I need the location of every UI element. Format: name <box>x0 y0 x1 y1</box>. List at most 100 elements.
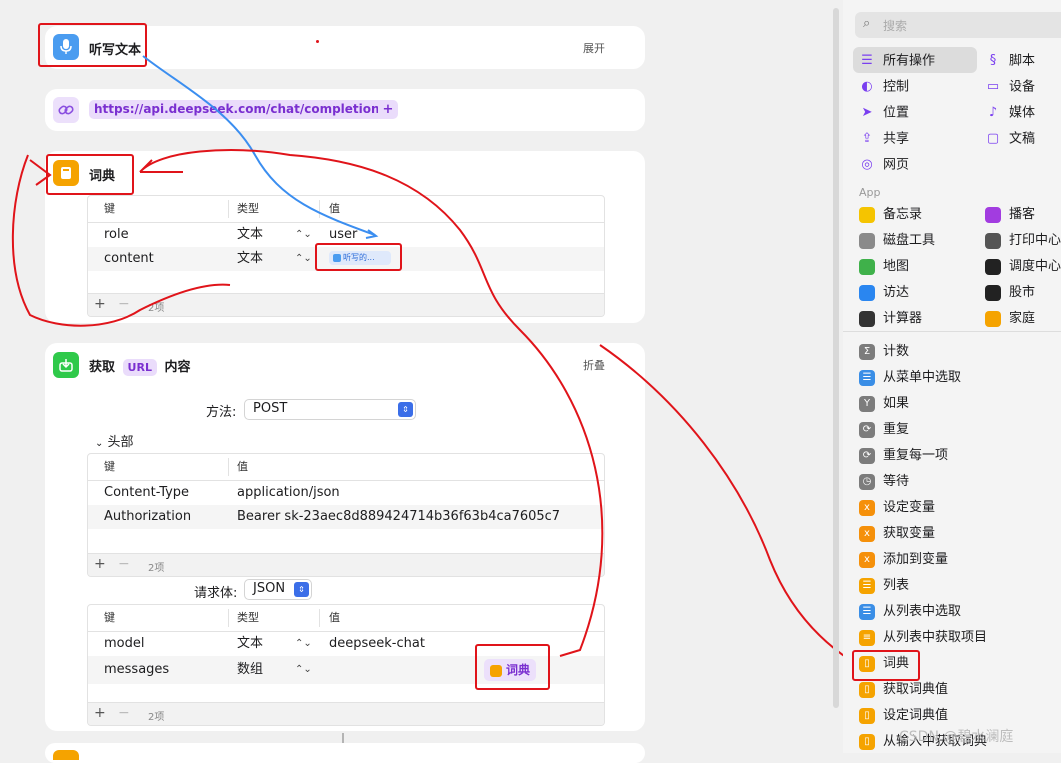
app-item[interactable]: 备忘录 <box>859 203 922 227</box>
action-label: 从菜单中选取 <box>883 370 962 385</box>
remove-row-button[interactable]: − <box>118 296 130 312</box>
table-footer: + − 2项 <box>88 293 604 316</box>
table-footer: + − 2项 <box>88 702 604 725</box>
fetch-title-suffix: 内容 <box>164 360 191 375</box>
category-item[interactable]: ♪ 媒体 <box>985 101 1035 125</box>
remove-row-button[interactable]: − <box>118 556 130 572</box>
action-item[interactable]: x 添加到变量 <box>859 548 948 572</box>
add-row-button[interactable]: + <box>94 705 106 721</box>
url-variable-chip[interactable]: URL <box>122 359 157 376</box>
table-row[interactable]: Authorization Bearer sk-23aec8d889424714… <box>88 505 604 529</box>
action-item[interactable]: ▯ 获取词典值 <box>859 678 948 702</box>
app-label: 访达 <box>883 285 910 300</box>
action-item[interactable]: Y 如果 <box>859 392 909 416</box>
row-key[interactable]: model <box>104 632 144 656</box>
action-label: 列表 <box>883 578 910 593</box>
url-value[interactable]: https://api.deepseek.com/chat/completion… <box>89 100 392 119</box>
column-value: 值 <box>237 460 248 473</box>
row-key[interactable]: Authorization <box>104 505 191 529</box>
type-stepper-icon[interactable]: ⌃⌄ <box>295 247 312 271</box>
action-icon: Y <box>859 395 875 412</box>
action-icon: ◷ <box>859 473 875 490</box>
app-item[interactable]: 地图 <box>859 255 909 279</box>
action-icon: x <box>859 499 875 516</box>
row-key[interactable]: role <box>104 223 129 247</box>
column-key: 键 <box>104 202 115 215</box>
app-icon <box>985 258 1001 275</box>
app-item[interactable]: 打印中心 <box>985 229 1061 253</box>
method-select[interactable]: POST ⇕ <box>244 399 416 420</box>
table-row[interactable]: Content-Type application/json <box>88 481 604 505</box>
row-type[interactable]: 文本 <box>237 247 263 271</box>
row-type[interactable]: 文本 <box>237 223 263 247</box>
location-icon: ➤ <box>861 105 873 120</box>
action-label: 设定词典值 <box>883 708 949 723</box>
action-item[interactable]: ⟳ 重复每一项 <box>859 444 948 468</box>
app-icon <box>859 284 875 301</box>
script-icon: § <box>989 53 997 68</box>
row-type[interactable]: 文本 <box>237 632 263 656</box>
app-item[interactable]: 访达 <box>859 281 909 305</box>
category-item[interactable]: ▢ 文稿 <box>985 127 1035 151</box>
action-icon: ☰ <box>859 603 875 620</box>
app-item[interactable]: 股市 <box>985 281 1035 305</box>
action-icon: ⟳ <box>859 447 875 464</box>
row-value[interactable]: deepseek-chat <box>329 632 425 656</box>
action-item[interactable]: x 获取变量 <box>859 522 935 546</box>
action-item[interactable]: ⟳ 重复 <box>859 418 909 442</box>
app-icon <box>859 258 875 275</box>
category-item[interactable]: ▭ 设备 <box>985 75 1035 99</box>
headers-toggle[interactable]: ⌄ 头部 <box>95 431 134 450</box>
music-icon: ♪ <box>988 105 998 120</box>
body-select[interactable]: JSON ⇕ <box>244 579 312 600</box>
row-type[interactable]: 数组 <box>237 656 263 684</box>
type-stepper-icon[interactable]: ⌃⌄ <box>295 656 312 684</box>
row-value[interactable]: Bearer sk-23aec8d889424714b36f63b4ca7605… <box>237 505 560 529</box>
category-item[interactable]: ➤ 位置 <box>859 101 909 125</box>
action-icon: Σ <box>859 343 875 360</box>
app-item[interactable]: 播客 <box>985 203 1035 227</box>
category-item[interactable]: § 脚本 <box>985 49 1035 73</box>
remove-row-button[interactable]: − <box>118 705 130 721</box>
action-item[interactable]: ☰ 从菜单中选取 <box>859 366 961 390</box>
url-action[interactable]: https://api.deepseek.com/chat/completion… <box>45 89 645 131</box>
divider <box>228 200 229 218</box>
action-item[interactable]: x 设定变量 <box>859 496 935 520</box>
next-action-card[interactable] <box>45 743 645 763</box>
action-item[interactable]: ≡ 从列表中获取项目 <box>859 626 987 650</box>
add-row-button[interactable]: + <box>94 296 106 312</box>
type-stepper-icon[interactable]: ⌃⌄ <box>295 223 312 247</box>
download-icon <box>53 352 79 378</box>
app-item[interactable]: 调度中心 <box>985 255 1061 279</box>
add-variable-button[interactable]: + <box>378 100 398 119</box>
type-stepper-icon[interactable]: ⌃⌄ <box>295 632 312 656</box>
row-value[interactable]: application/json <box>237 481 340 505</box>
category-item[interactable]: ◎ 网页 <box>859 153 909 177</box>
action-item[interactable]: ▯ 设定词典值 <box>859 704 948 728</box>
body-value: JSON <box>253 581 286 596</box>
app-label: 计算器 <box>883 311 923 326</box>
collapse-button[interactable]: 折叠 <box>583 357 605 373</box>
action-item[interactable]: ☰ 列表 <box>859 574 909 598</box>
url-chip[interactable]: https://api.deepseek.com/chat/completion… <box>89 100 392 119</box>
category-item[interactable]: ☰ 所有操作 <box>859 49 935 73</box>
scrollbar-thumb[interactable] <box>833 8 839 708</box>
row-key[interactable]: Content-Type <box>104 481 189 505</box>
row-key[interactable]: content <box>104 247 154 271</box>
action-item[interactable]: ◷ 等待 <box>859 470 909 494</box>
editor-scrollbar[interactable] <box>830 8 842 708</box>
app-item[interactable]: 家庭 <box>985 307 1035 331</box>
action-item[interactable]: Σ 计数 <box>859 340 909 364</box>
row-key[interactable]: messages <box>104 656 169 684</box>
search-field[interactable]: ⌕ 搜索 <box>855 12 1061 38</box>
expand-button[interactable]: 展开 <box>583 40 605 56</box>
add-row-button[interactable]: + <box>94 556 106 572</box>
app-item[interactable]: 计算器 <box>859 307 922 331</box>
action-item[interactable]: ☰ 从列表中选取 <box>859 600 961 624</box>
category-label: 共享 <box>883 131 910 147</box>
app-item[interactable]: 磁盘工具 <box>859 229 935 253</box>
category-item[interactable]: ⇪ 共享 <box>859 127 909 151</box>
app-label: 家庭 <box>1009 311 1036 326</box>
app-label: 地图 <box>883 259 910 274</box>
category-item[interactable]: ◐ 控制 <box>859 75 909 99</box>
